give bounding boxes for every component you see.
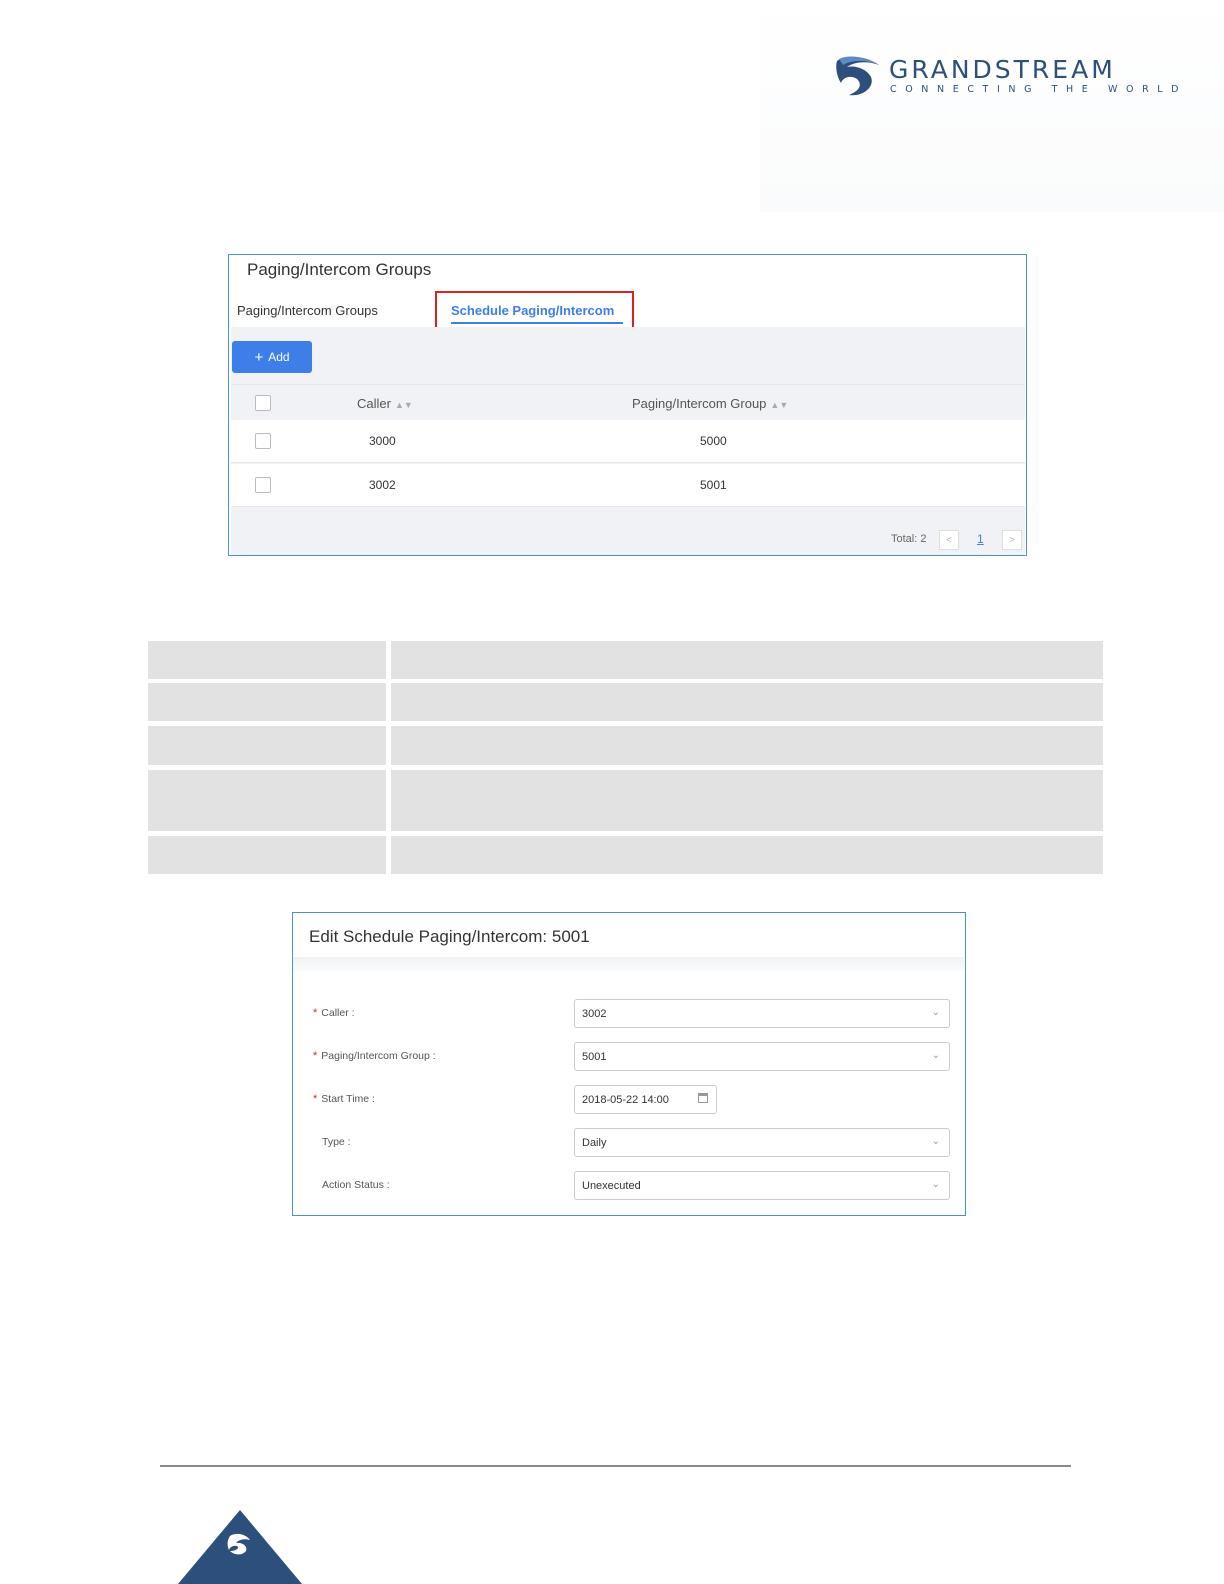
parameter-table-row [148,726,1103,765]
chevron-down-icon: ⌄ [931,1007,940,1018]
select-all-checkbox[interactable] [255,395,271,411]
start-time-value: 2018-05-22 14:00 [582,1094,669,1106]
brand-name: GRANDSTREAM [889,55,1116,84]
dialog-divider [293,957,964,971]
footer-divider [160,1465,1071,1467]
chevron-down-icon: ⌄ [931,1179,940,1190]
grandstream-logo-icon [836,56,879,96]
pagination-total: Total: 2 [891,533,927,545]
chevron-down-icon: ⌄ [931,1050,940,1061]
required-asterisk-icon: * [313,1050,318,1062]
paging-groups-panel: Paging/Intercom Groups Paging/Intercom G… [228,254,1027,556]
header-shade [760,0,1224,212]
parameter-table-row [148,683,1103,721]
pagination-page-1[interactable]: 1 [977,532,984,546]
active-tab-indicator [451,322,623,324]
manual-page: GRANDSTREAM CONNECTING THE WORLD Paging/… [0,0,1224,1584]
column-header-group[interactable]: Paging/Intercom Group ▲▼ [632,396,788,411]
start-time-field: * Start Time : 2018-05-22 14:00 [293,1085,964,1115]
type-label: Type : [322,1136,351,1148]
action-status-select[interactable]: Unexecuted ⌄ [574,1171,950,1200]
parameter-table-row [148,770,1103,831]
required-asterisk-icon: * [313,1093,318,1105]
start-time-picker[interactable]: 2018-05-22 14:00 [574,1085,717,1114]
row-checkbox[interactable] [255,477,271,493]
type-value: Daily [582,1137,607,1149]
chevron-right-icon: > [1009,534,1015,546]
add-button[interactable]: + Add [232,341,312,373]
start-time-label-text: Start Time : [321,1093,375,1105]
parameter-table-row [148,836,1103,874]
paging-group-label-text: Paging/Intercom Group : [321,1050,436,1062]
chevron-left-icon: < [946,534,952,546]
cell-caller: 3000 [369,434,396,448]
add-button-label: Add [268,350,290,364]
sort-arrows-icon[interactable]: ▲▼ [395,400,413,410]
paging-group-field: * Paging/Intercom Group : 5001 ⌄ [293,1042,964,1072]
panel-title: Paging/Intercom Groups [247,260,432,279]
caller-select[interactable]: 3002 ⌄ [574,999,950,1028]
table-row[interactable]: 3002 5001 [231,464,1025,507]
tab-paging-intercom-groups[interactable]: Paging/Intercom Groups [237,303,378,318]
pagination-next-button[interactable]: > [1002,530,1022,550]
brand-tagline: CONNECTING THE WORLD [890,84,1188,95]
required-asterisk-icon: * [313,1007,318,1019]
caller-label-text: Caller : [321,1007,355,1019]
grandstream-logo: GRANDSTREAM CONNECTING THE WORLD [835,55,1179,97]
panel-body: + Add Caller ▲▼ Paging/Intercom Group ▲▼ 3… [231,327,1025,555]
sort-arrows-icon[interactable]: ▲▼ [770,400,788,410]
table-row[interactable]: 3000 5000 [231,420,1025,463]
pagination-prev-button[interactable]: < [939,530,959,550]
column-header-group-label: Paging/Intercom Group [632,396,767,411]
table-header: Caller ▲▼ Paging/Intercom Group ▲▼ [231,384,1025,420]
footer-logo-icon [178,1510,302,1584]
column-header-caller-label: Caller [357,396,391,411]
caller-field: * Caller : 3002 ⌄ [293,999,964,1029]
caller-label: * Caller : [313,1007,355,1019]
type-field: Type : Daily ⌄ [293,1128,964,1158]
paging-group-value: 5001 [582,1051,607,1063]
row-checkbox[interactable] [255,433,271,449]
column-header-caller[interactable]: Caller ▲▼ [357,396,413,411]
plus-icon: + [254,348,264,366]
cell-group: 5001 [700,478,727,492]
start-time-label: * Start Time : [313,1093,375,1105]
paging-group-label: * Paging/Intercom Group : [313,1050,436,1062]
action-status-field: Action Status : Unexecuted ⌄ [293,1171,964,1201]
cell-caller: 3002 [369,478,396,492]
chevron-down-icon: ⌄ [931,1136,940,1147]
action-status-value: Unexecuted [582,1180,641,1192]
action-status-label: Action Status : [322,1179,390,1191]
calendar-icon[interactable] [698,1093,708,1103]
parameter-table-row [148,641,1103,679]
tab-schedule-paging-intercom[interactable]: Schedule Paging/Intercom [451,303,614,318]
paging-group-select[interactable]: 5001 ⌄ [574,1042,950,1071]
type-select[interactable]: Daily ⌄ [574,1128,950,1157]
dialog-title: Edit Schedule Paging/Intercom: 5001 [309,927,590,946]
caller-value: 3002 [582,1008,607,1020]
cell-group: 5000 [700,434,727,448]
edit-schedule-dialog: Edit Schedule Paging/Intercom: 5001 * Cal… [292,912,966,1216]
